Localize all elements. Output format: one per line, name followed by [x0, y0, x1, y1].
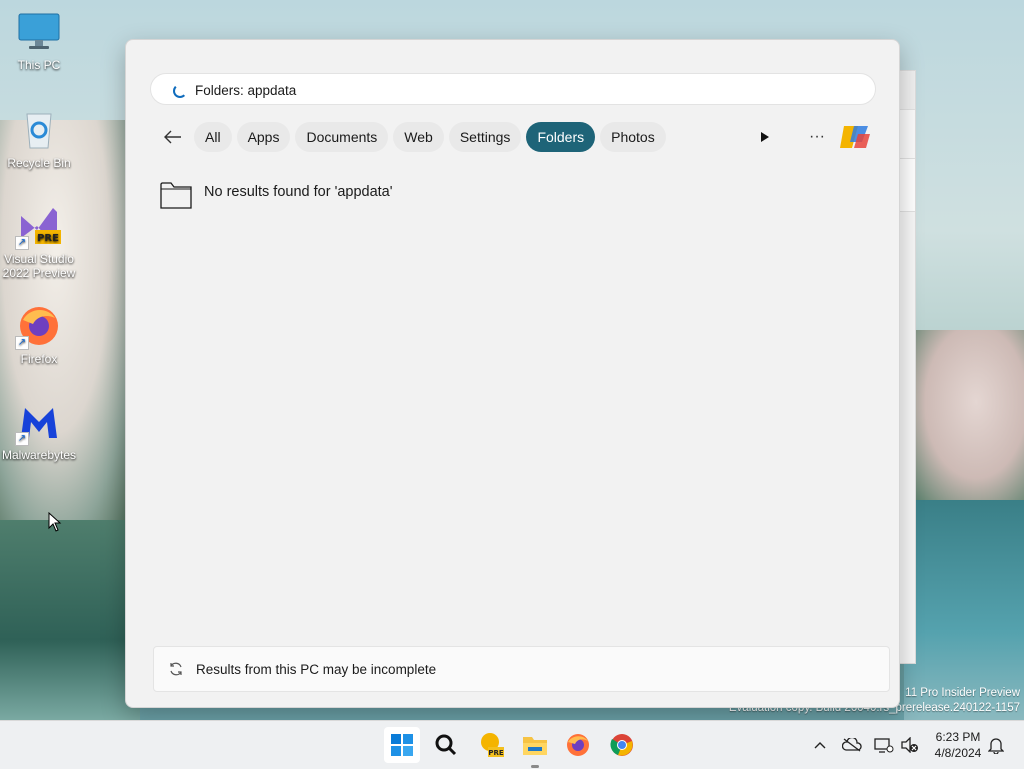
- taskbar: PRE 6:23 PM 4/8/2024: [0, 720, 1024, 769]
- desktop-icon-visual-studio[interactable]: PRE ↗ Visual Studio 2022 Preview: [0, 204, 78, 280]
- show-hidden-icons-button[interactable]: [808, 733, 832, 757]
- firefox-icon: [567, 734, 589, 756]
- folder-icon: [160, 182, 192, 209]
- incomplete-results-notice: Results from this PC may be incomplete: [153, 646, 890, 692]
- monitor-icon: [17, 10, 61, 54]
- copilot-button[interactable]: [838, 122, 872, 152]
- desktop-icon-label: Visual Studio 2022 Preview: [2, 252, 76, 280]
- shortcut-arrow-icon: ↗: [15, 236, 29, 250]
- no-results-message: No results found for 'appdata': [160, 180, 393, 210]
- notifications-button[interactable]: [984, 733, 1008, 757]
- file-explorer-icon: [523, 737, 547, 755]
- footer-text: Results from this PC may be incomplete: [196, 661, 437, 677]
- system-clock[interactable]: 6:23 PM 4/8/2024: [926, 729, 990, 761]
- app-preview-icon: PRE: [481, 733, 504, 757]
- no-results-text: No results found for 'appdata': [204, 184, 393, 200]
- svg-text:PRE: PRE: [488, 749, 504, 757]
- mouse-cursor-icon: [48, 512, 62, 532]
- filter-documents[interactable]: Documents: [295, 122, 389, 152]
- shortcut-arrow-icon: ↗: [15, 336, 29, 350]
- desktop-icon-label: Malwarebytes: [1, 448, 77, 462]
- visual-studio-icon: PRE ↗: [15, 204, 61, 250]
- loading-spinner-icon: [173, 84, 187, 98]
- copilot-icon: [840, 126, 870, 148]
- search-box[interactable]: [150, 73, 876, 105]
- volume-tray-button[interactable]: [898, 733, 922, 757]
- start-button[interactable]: [384, 727, 420, 763]
- malwarebytes-icon: ↗: [15, 400, 61, 446]
- clock-date: 4/8/2024: [934, 746, 982, 760]
- filter-all[interactable]: All: [194, 122, 232, 152]
- search-flyout: All Apps Documents Web Settings Folders …: [125, 39, 900, 708]
- desktop-icon-malwarebytes[interactable]: ↗ Malwarebytes: [0, 400, 78, 462]
- network-tray-button[interactable]: [872, 733, 896, 757]
- search-filter-bar: All Apps Documents Web Settings Folders …: [156, 120, 671, 154]
- chrome-icon: [610, 734, 633, 756]
- taskbar-firefox[interactable]: [560, 727, 596, 763]
- back-button[interactable]: [156, 120, 190, 154]
- search-input[interactable]: [193, 78, 847, 102]
- taskbar-search-button[interactable]: [428, 727, 464, 763]
- taskbar-chrome[interactable]: [604, 727, 640, 763]
- desktop-icon-label: Recycle Bin: [7, 156, 71, 170]
- back-arrow-icon: [164, 130, 181, 144]
- speaker-muted-icon: [901, 737, 918, 753]
- firefox-icon: ↗: [15, 304, 61, 350]
- chevron-up-icon: [814, 742, 826, 749]
- desktop-icon-recycle-bin[interactable]: Recycle Bin: [0, 108, 78, 170]
- bell-icon: [988, 738, 1004, 754]
- filter-apps[interactable]: Apps: [236, 122, 291, 152]
- filter-folders[interactable]: Folders: [526, 122, 596, 152]
- svg-text:PRE: PRE: [37, 233, 59, 244]
- clock-time: 6:23 PM: [935, 730, 981, 744]
- filter-photos[interactable]: Photos: [600, 122, 666, 152]
- sync-icon: [170, 662, 182, 676]
- wallpaper-hill-right: [904, 330, 1024, 510]
- filter-web[interactable]: Web: [393, 122, 444, 152]
- shortcut-arrow-icon: ↗: [15, 432, 29, 446]
- desktop-icon-firefox[interactable]: ↗ Firefox: [0, 304, 78, 366]
- recycle-bin-icon: [17, 108, 61, 152]
- filter-settings[interactable]: Settings: [448, 122, 522, 152]
- desktop-icon-label: Firefox: [20, 352, 58, 366]
- search-icon: [435, 734, 457, 756]
- onedrive-tray-button[interactable]: [840, 733, 864, 757]
- windows-logo-icon: [391, 734, 413, 756]
- taskbar-file-explorer[interactable]: [517, 727, 553, 768]
- play-icon: [761, 132, 769, 142]
- desktop-icon-label: This PC: [17, 58, 61, 72]
- wallpaper-lake-left: [0, 520, 140, 720]
- desktop-icon-this-pc[interactable]: This PC: [0, 10, 78, 72]
- more-options-button[interactable]: ···: [804, 124, 830, 150]
- cloud-offline-icon: [842, 738, 862, 752]
- taskbar-app-canary[interactable]: PRE: [473, 727, 509, 763]
- network-icon: [874, 738, 894, 753]
- more-filters-button[interactable]: [752, 124, 778, 150]
